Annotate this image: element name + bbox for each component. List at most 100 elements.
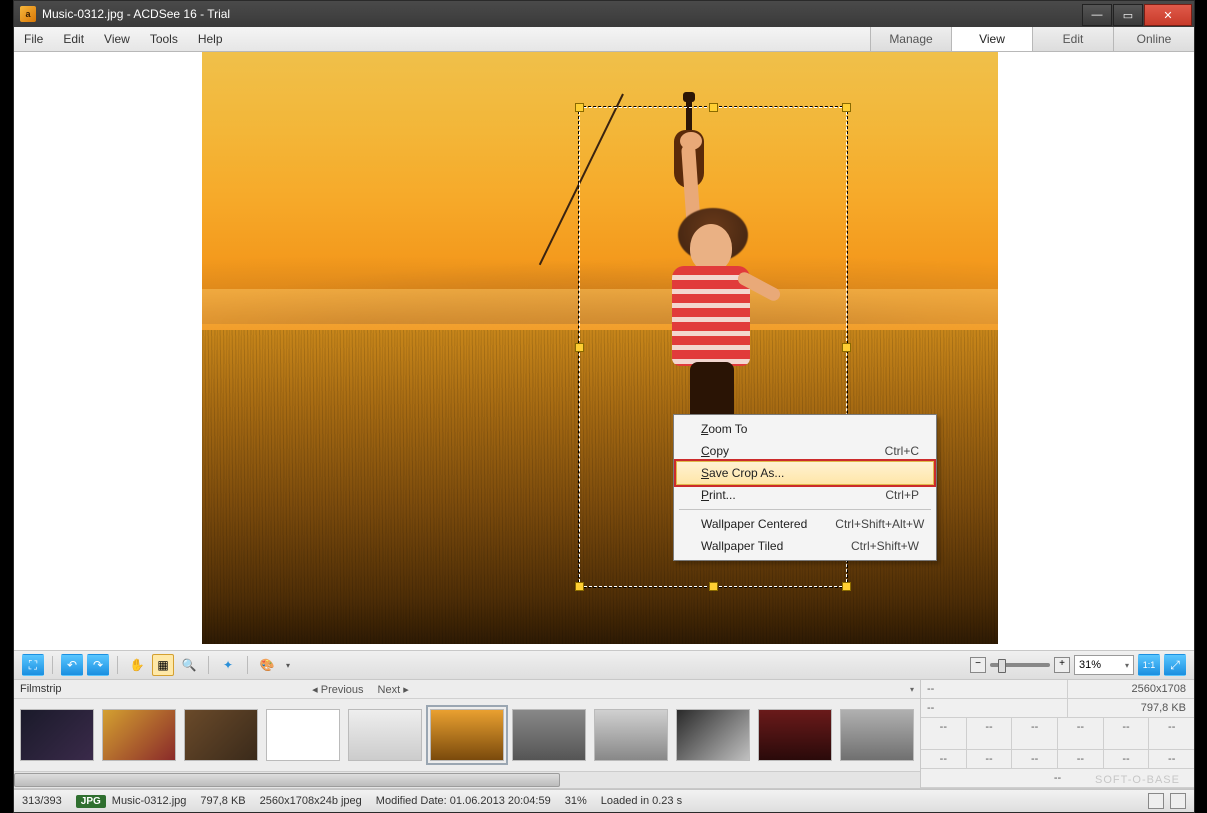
mode-manage[interactable]: Manage — [870, 27, 951, 51]
selection-handle-nw[interactable] — [575, 103, 584, 112]
maximize-button[interactable]: ▭ — [1113, 4, 1143, 26]
info-cell: -- — [1149, 718, 1194, 749]
ctx-print[interactable]: Print...Ctrl+P — [677, 484, 933, 506]
info-cell: -- — [1012, 718, 1058, 749]
ctx-separator — [679, 509, 931, 510]
info-cell: -- — [1058, 718, 1104, 749]
image-viewer[interactable]: Zoom To CopyCtrl+C Save Crop As... Print… — [14, 52, 1194, 650]
ctx-save-crop-as[interactable]: Save Crop As... — [676, 461, 934, 485]
ctx-wallpaper-centered[interactable]: Wallpaper CenteredCtrl+Shift+Alt+W — [677, 513, 933, 535]
app-window: a Music-0312.jpg - ACDSee 16 - Trial — ▭… — [13, 0, 1195, 813]
selection-handle-sw[interactable] — [575, 582, 584, 591]
zoom-actual-icon[interactable]: 1:1 — [1138, 654, 1160, 676]
info-dash: -- — [921, 699, 1068, 717]
tool-exposure-icon[interactable]: ✦ — [217, 654, 239, 676]
info-dimensions: 2560x1708 — [1068, 680, 1194, 698]
window-title: Music-0312.jpg - ACDSee 16 - Trial — [42, 7, 1081, 21]
selection-handle-n[interactable] — [709, 103, 718, 112]
mode-edit[interactable]: Edit — [1032, 27, 1113, 51]
zoom-slider-thumb[interactable] — [998, 659, 1006, 673]
zoom-in-button[interactable]: + — [1054, 657, 1070, 673]
menu-edit[interactable]: Edit — [53, 27, 94, 51]
status-icon-1[interactable] — [1148, 793, 1164, 809]
view-toolbar: ⛶ ↶ ↷ ✋ ▦ 🔍 ✦ 🎨 ▾ − + 31%▾ 1:1 ⤢ — [14, 650, 1194, 680]
info-top-left: -- — [921, 680, 1068, 698]
info-cell: -- — [921, 718, 967, 749]
mode-online[interactable]: Online — [1113, 27, 1194, 51]
ctx-zoom-to[interactable]: Zoom To — [677, 418, 933, 440]
info-size: 797,8 KB — [1068, 699, 1194, 717]
tool-zoom-icon[interactable]: 🔍 — [178, 654, 200, 676]
close-button[interactable]: ✕ — [1144, 4, 1192, 26]
filmstrip-panel: Filmstrip ◂ Previous Next ▸ ▾ — [14, 680, 921, 788]
scrollbar-thumb[interactable] — [14, 773, 560, 787]
status-format-badge: JPG — [76, 795, 106, 808]
menu-help[interactable]: Help — [188, 27, 233, 51]
thumb[interactable] — [184, 709, 258, 761]
selection-handle-s[interactable] — [709, 582, 718, 591]
status-dimensions: 2560x1708x24b jpeg — [260, 795, 362, 807]
info-cell: -- — [967, 718, 1013, 749]
selection-handle-se[interactable] — [842, 582, 851, 591]
app-icon: a — [20, 6, 36, 22]
info-cell: -- — [1012, 750, 1058, 768]
thumb-current[interactable] — [430, 709, 504, 761]
info-cell: -- — [1104, 750, 1150, 768]
statusbar: 313/393 JPG Music-0312.jpg 797,8 KB 2560… — [14, 789, 1194, 812]
status-filesize: 797,8 KB — [200, 795, 245, 807]
tool-fullscreen-icon[interactable]: ⛶ — [22, 654, 44, 676]
tool-pan-icon[interactable]: ✋ — [126, 654, 148, 676]
status-filename: Music-0312.jpg — [112, 795, 187, 807]
status-icon-2[interactable] — [1170, 793, 1186, 809]
status-loaded: Loaded in 0.23 s — [601, 795, 682, 807]
status-modified: Modified Date: 01.06.2013 20:04:59 — [376, 795, 551, 807]
zoom-controls: − + 31%▾ 1:1 ⤢ — [970, 654, 1186, 676]
tool-rotate-left-icon[interactable]: ↶ — [61, 654, 83, 676]
selection-handle-e[interactable] — [842, 343, 851, 352]
zoom-out-button[interactable]: − — [970, 657, 986, 673]
minimize-button[interactable]: — — [1082, 4, 1112, 26]
bottom-panels: Filmstrip ◂ Previous Next ▸ ▾ — [14, 680, 1194, 789]
status-zoom: 31% — [565, 795, 587, 807]
selection-handle-ne[interactable] — [842, 103, 851, 112]
info-cell: -- — [967, 750, 1013, 768]
ctx-wallpaper-tiled[interactable]: Wallpaper TiledCtrl+Shift+W — [677, 535, 933, 557]
filmstrip-prev[interactable]: ◂ Previous — [312, 683, 363, 696]
thumb[interactable] — [594, 709, 668, 761]
tool-palette-icon[interactable]: 🎨 — [256, 654, 278, 676]
selection-handle-w[interactable] — [575, 343, 584, 352]
filmstrip-header: Filmstrip ◂ Previous Next ▸ ▾ — [14, 680, 920, 699]
thumb[interactable] — [348, 709, 422, 761]
filmstrip-thumbs[interactable] — [14, 699, 920, 771]
context-menu: Zoom To CopyCtrl+C Save Crop As... Print… — [673, 414, 937, 561]
status-counter: 313/393 — [22, 795, 62, 807]
filmstrip-menu-icon[interactable]: ▾ — [910, 685, 914, 694]
thumb[interactable] — [102, 709, 176, 761]
menubar: File Edit View Tools Help Manage View Ed… — [14, 27, 1194, 52]
thumb[interactable] — [512, 709, 586, 761]
window-controls: — ▭ ✕ — [1081, 4, 1192, 24]
zoom-value-dropdown[interactable]: 31%▾ — [1074, 655, 1134, 675]
tool-select-icon[interactable]: ▦ — [152, 654, 174, 676]
filmstrip-title: Filmstrip — [20, 683, 62, 695]
thumb[interactable] — [20, 709, 94, 761]
menu-tools[interactable]: Tools — [140, 27, 188, 51]
titlebar: a Music-0312.jpg - ACDSee 16 - Trial — ▭… — [14, 1, 1194, 27]
filmstrip-scrollbar[interactable] — [14, 771, 920, 788]
thumb[interactable] — [840, 709, 914, 761]
info-cell: -- — [1149, 750, 1194, 768]
menu-file[interactable]: File — [14, 27, 53, 51]
filmstrip-next[interactable]: Next ▸ — [378, 683, 409, 696]
zoom-fit-icon[interactable]: ⤢ — [1164, 654, 1186, 676]
tool-rotate-right-icon[interactable]: ↷ — [87, 654, 109, 676]
thumb[interactable] — [676, 709, 750, 761]
mode-view[interactable]: View — [951, 27, 1032, 51]
thumb[interactable] — [266, 709, 340, 761]
zoom-slider[interactable] — [990, 663, 1050, 667]
ctx-copy[interactable]: CopyCtrl+C — [677, 440, 933, 462]
info-cell: -- — [921, 750, 967, 768]
info-panel: -- 2560x1708 -- 797,8 KB -- -- -- -- -- … — [921, 680, 1194, 788]
menu-view[interactable]: View — [94, 27, 140, 51]
thumb[interactable] — [758, 709, 832, 761]
tool-palette-dropdown-icon[interactable]: ▾ — [282, 654, 294, 676]
